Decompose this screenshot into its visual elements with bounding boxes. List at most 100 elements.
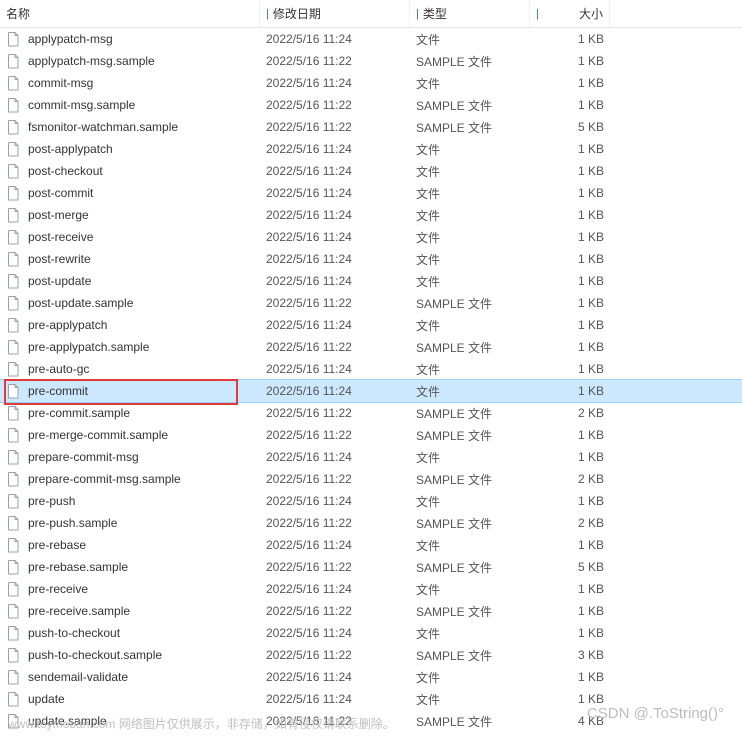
file-size-cell: 1 KB: [530, 384, 610, 398]
file-type-cell: 文件: [410, 669, 530, 686]
file-row[interactable]: post-receive2022/5/16 11:24文件1 KB: [0, 226, 742, 248]
sort-sep-icon: |: [266, 8, 269, 20]
file-row[interactable]: applypatch-msg.sample2022/5/16 11:22SAMP…: [0, 50, 742, 72]
file-type-cell: SAMPLE 文件: [410, 647, 530, 664]
file-size-cell: 1 KB: [530, 494, 610, 508]
file-row[interactable]: post-update2022/5/16 11:24文件1 KB: [0, 270, 742, 292]
file-row[interactable]: prepare-commit-msg.sample2022/5/16 11:22…: [0, 468, 742, 490]
file-size-cell: 1 KB: [530, 450, 610, 464]
file-type-cell: 文件: [410, 273, 530, 290]
file-date-cell: 2022/5/16 11:22: [260, 472, 410, 486]
file-icon: [6, 361, 22, 377]
column-header-name[interactable]: 名称: [0, 0, 260, 27]
watermark-csdn: CSDN @.ToString()°: [587, 705, 724, 722]
file-name: post-applypatch: [28, 142, 113, 156]
file-row[interactable]: commit-msg2022/5/16 11:24文件1 KB: [0, 72, 742, 94]
file-row[interactable]: prepare-commit-msg2022/5/16 11:24文件1 KB: [0, 446, 742, 468]
header-label: 修改日期: [273, 5, 321, 22]
file-row[interactable]: post-merge 2022/5/16 11:24文件1 KB: [0, 204, 742, 226]
file-size-cell: 1 KB: [530, 340, 610, 354]
file-size-cell: 1 KB: [530, 296, 610, 310]
file-icon: [6, 119, 22, 135]
file-row[interactable]: pre-commit.sample2022/5/16 11:22SAMPLE 文…: [0, 402, 742, 424]
file-icon: [6, 317, 22, 333]
file-icon: [6, 75, 22, 91]
file-name: commit-msg: [28, 76, 93, 90]
file-row[interactable]: pre-merge-commit.sample2022/5/16 11:22SA…: [0, 424, 742, 446]
file-name: pre-push.sample: [28, 516, 117, 530]
file-row[interactable]: post-update.sample2022/5/16 11:22SAMPLE …: [0, 292, 742, 314]
file-row[interactable]: applypatch-msg2022/5/16 11:24文件1 KB: [0, 28, 742, 50]
file-name: pre-commit.sample: [28, 406, 130, 420]
file-name-cell: post-commit: [0, 185, 260, 201]
file-row[interactable]: post-applypatch2022/5/16 11:24文件1 KB: [0, 138, 742, 160]
file-icon: [6, 449, 22, 465]
file-row[interactable]: push-to-checkout.sample2022/5/16 11:22SA…: [0, 644, 742, 666]
file-icon: [6, 185, 22, 201]
file-name-cell: applypatch-msg: [0, 31, 260, 47]
file-icon: [6, 669, 22, 685]
file-row[interactable]: pre-applypatch.sample2022/5/16 11:22SAMP…: [0, 336, 742, 358]
file-date-cell: 2022/5/16 11:24: [260, 252, 410, 266]
column-header-type[interactable]: | 类型: [410, 0, 530, 27]
file-name: commit-msg.sample: [28, 98, 135, 112]
file-date-cell: 2022/5/16 11:22: [260, 120, 410, 134]
file-date-cell: 2022/5/16 11:24: [260, 208, 410, 222]
file-row[interactable]: pre-auto-gc2022/5/16 11:24文件1 KB: [0, 358, 742, 380]
file-list: applypatch-msg2022/5/16 11:24文件1 KB appl…: [0, 28, 742, 732]
file-row[interactable]: pre-push.sample2022/5/16 11:22SAMPLE 文件2…: [0, 512, 742, 534]
file-name: post-merge: [28, 208, 89, 222]
file-size-cell: 5 KB: [530, 560, 610, 574]
file-type-cell: 文件: [410, 141, 530, 158]
file-type-cell: SAMPLE 文件: [410, 515, 530, 532]
file-type-cell: SAMPLE 文件: [410, 603, 530, 620]
file-date-cell: 2022/5/16 11:22: [260, 560, 410, 574]
file-name-cell: post-update: [0, 273, 260, 289]
file-date-cell: 2022/5/16 11:22: [260, 340, 410, 354]
file-row[interactable]: pre-receive2022/5/16 11:24文件1 KB: [0, 578, 742, 600]
file-name: post-checkout: [28, 164, 103, 178]
file-size-cell: 1 KB: [530, 582, 610, 596]
file-type-cell: 文件: [410, 75, 530, 92]
file-date-cell: 2022/5/16 11:24: [260, 692, 410, 706]
file-row[interactable]: post-rewrite2022/5/16 11:24文件1 KB: [0, 248, 742, 270]
file-name-cell: commit-msg.sample: [0, 97, 260, 113]
column-header-size[interactable]: | 大小: [530, 0, 610, 27]
file-icon: [6, 295, 22, 311]
file-size-cell: 1 KB: [530, 208, 610, 222]
file-date-cell: 2022/5/16 11:24: [260, 164, 410, 178]
file-row[interactable]: pre-push2022/5/16 11:24文件1 KB: [0, 490, 742, 512]
file-row[interactable]: fsmonitor-watchman.sample2022/5/16 11:22…: [0, 116, 742, 138]
file-date-cell: 2022/5/16 11:24: [260, 142, 410, 156]
file-name: push-to-checkout: [28, 626, 120, 640]
file-icon: [6, 207, 22, 223]
file-row[interactable]: pre-receive.sample2022/5/16 11:22SAMPLE …: [0, 600, 742, 622]
file-size-cell: 1 KB: [530, 274, 610, 288]
file-name: pre-merge-commit.sample: [28, 428, 168, 442]
file-name: prepare-commit-msg: [28, 450, 139, 464]
column-header-date[interactable]: | 修改日期: [260, 0, 410, 27]
file-name: pre-commit: [28, 384, 88, 398]
file-row[interactable]: pre-rebase2022/5/16 11:24文件1 KB: [0, 534, 742, 556]
file-row[interactable]: pre-rebase.sample2022/5/16 11:22SAMPLE 文…: [0, 556, 742, 578]
file-row[interactable]: sendemail-validate2022/5/16 11:24文件1 KB: [0, 666, 742, 688]
file-size-cell: 5 KB: [530, 120, 610, 134]
file-type-cell: 文件: [410, 251, 530, 268]
file-type-cell: 文件: [410, 207, 530, 224]
file-date-cell: 2022/5/16 11:24: [260, 494, 410, 508]
file-size-cell: 1 KB: [530, 362, 610, 376]
file-row[interactable]: commit-msg.sample2022/5/16 11:22SAMPLE 文…: [0, 94, 742, 116]
file-name-cell: commit-msg: [0, 75, 260, 91]
file-icon: [6, 559, 22, 575]
file-date-cell: 2022/5/16 11:24: [260, 230, 410, 244]
file-date-cell: 2022/5/16 11:22: [260, 406, 410, 420]
sort-sep-icon: |: [416, 8, 419, 20]
file-date-cell: 2022/5/16 11:24: [260, 582, 410, 596]
file-row[interactable]: post-checkout2022/5/16 11:24文件1 KB: [0, 160, 742, 182]
file-row[interactable]: push-to-checkout2022/5/16 11:24文件1 KB: [0, 622, 742, 644]
file-row[interactable]: pre-applypatch2022/5/16 11:24文件1 KB: [0, 314, 742, 336]
file-row[interactable]: pre-commit2022/5/16 11:24文件1 KB: [0, 380, 742, 402]
file-type-cell: 文件: [410, 581, 530, 598]
file-row[interactable]: post-commit2022/5/16 11:24文件1 KB: [0, 182, 742, 204]
file-type-cell: 文件: [410, 31, 530, 48]
